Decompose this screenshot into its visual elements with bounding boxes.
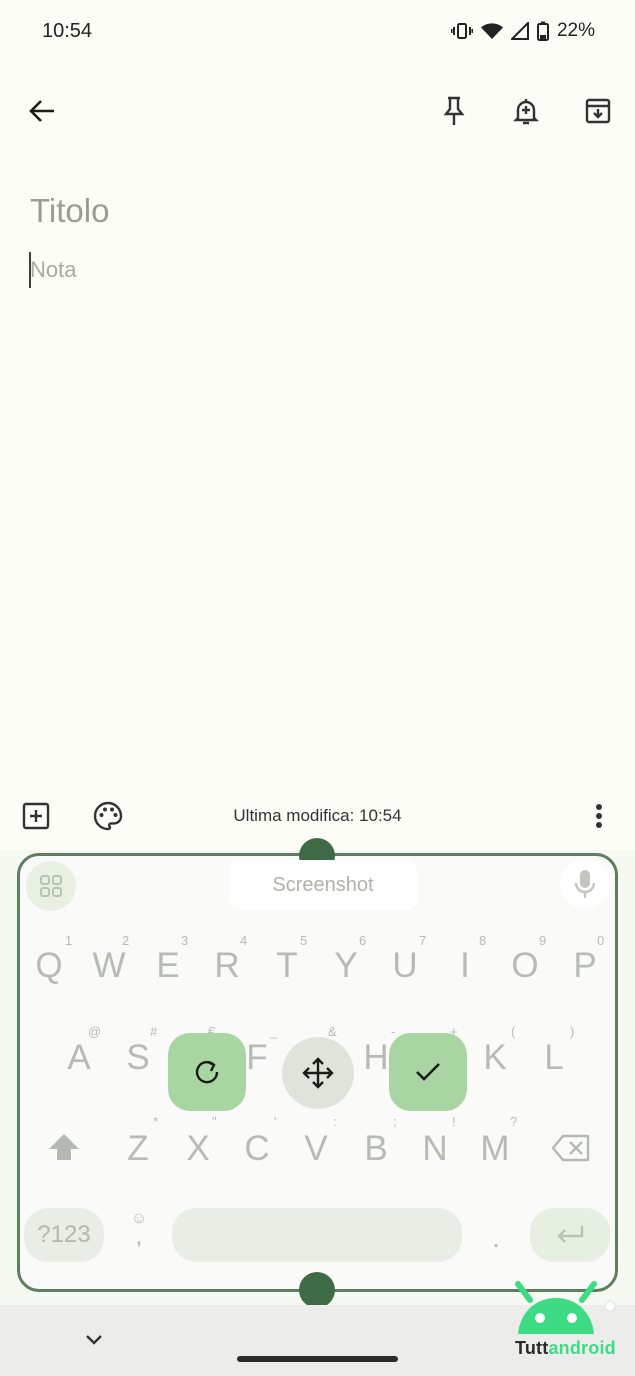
key-hint: 4 <box>240 933 248 948</box>
wifi-icon <box>480 23 503 39</box>
voice-input-button[interactable] <box>560 859 610 909</box>
key-hint: ! <box>452 1114 456 1129</box>
key-w[interactable]: W <box>84 946 134 986</box>
key-r[interactable]: R <box>202 946 252 986</box>
comma-emoji-key[interactable]: ☺ , <box>127 1210 151 1254</box>
key-hint: 1 <box>65 933 73 948</box>
confirm-button[interactable] <box>389 1033 467 1111</box>
logo-part-1: Tutt <box>515 1338 549 1358</box>
key-hint: " <box>212 1114 217 1129</box>
home-gesture-bar[interactable] <box>237 1356 398 1362</box>
key-v[interactable]: V <box>291 1129 341 1169</box>
key-hint: - <box>391 1024 396 1039</box>
hide-keyboard-button[interactable] <box>80 1326 108 1354</box>
key-hint: ) <box>570 1024 575 1039</box>
backspace-key[interactable] <box>550 1128 592 1168</box>
key-hint: ; <box>393 1114 397 1129</box>
backspace-icon <box>552 1134 590 1162</box>
bell-plus-icon <box>513 99 539 125</box>
grid-icon <box>40 875 62 897</box>
key-hint: * <box>153 1114 159 1129</box>
microphone-icon <box>574 870 596 898</box>
watermark-logo-text: Tuttandroid <box>515 1338 616 1359</box>
archive-icon <box>585 98 611 124</box>
key-y[interactable]: Y <box>321 946 371 986</box>
refresh-icon <box>195 1060 219 1084</box>
archive-button[interactable] <box>574 87 622 135</box>
key-hint: 0 <box>597 933 605 948</box>
title-input[interactable]: Titolo <box>30 192 109 230</box>
key-hint: @ <box>88 1024 102 1039</box>
move-button[interactable] <box>282 1037 354 1109</box>
key-o[interactable]: O <box>500 946 550 986</box>
shift-key[interactable] <box>42 1125 86 1169</box>
chevron-down-icon <box>86 1335 102 1345</box>
arrow-back-icon <box>29 100 54 122</box>
key-m[interactable]: M <box>470 1129 520 1169</box>
signal-icon <box>510 22 529 40</box>
battery-percent: 22% <box>556 20 595 41</box>
android-logo-icon <box>515 1281 616 1334</box>
key-x[interactable]: X <box>173 1129 223 1169</box>
space-bar[interactable] <box>172 1208 462 1262</box>
more-vert-icon <box>596 804 602 828</box>
vibrate-icon <box>450 23 473 39</box>
shift-arrow-icon <box>49 1134 79 1160</box>
key-hint: # <box>150 1024 158 1039</box>
key-hint: 8 <box>479 933 487 948</box>
status-time: 10:54 <box>42 20 93 42</box>
key-n[interactable]: N <box>410 1129 460 1169</box>
text-cursor <box>29 252 31 288</box>
key-k[interactable]: K <box>470 1038 520 1078</box>
key-hint: 2 <box>122 933 130 948</box>
key-u[interactable]: U <box>380 946 430 986</box>
reminder-button[interactable] <box>502 87 550 135</box>
key-t[interactable]: T <box>262 946 312 986</box>
key-c[interactable]: C <box>232 1129 282 1169</box>
key-hint: 9 <box>539 933 547 948</box>
key-hint: & <box>328 1024 337 1039</box>
move-arrows-icon <box>302 1057 334 1089</box>
key-hint: 3 <box>181 933 189 948</box>
key-hint: _ <box>270 1024 278 1039</box>
pin-icon <box>443 96 465 125</box>
key-i[interactable]: I <box>440 946 490 986</box>
enter-icon <box>557 1226 584 1243</box>
symbols-key[interactable]: ?123 <box>24 1208 104 1262</box>
key-q[interactable]: Q <box>24 946 74 986</box>
key-hint: ( <box>511 1024 516 1039</box>
status-icons: 22% <box>450 20 595 42</box>
enter-key[interactable] <box>530 1208 610 1262</box>
key-hint: : <box>333 1114 337 1129</box>
logo-part-2: android <box>548 1338 616 1358</box>
reset-button[interactable] <box>168 1033 246 1111</box>
note-input[interactable]: Nota <box>30 257 76 283</box>
comma-label: , <box>135 1223 143 1250</box>
key-e[interactable]: E <box>143 946 193 986</box>
last-edited-text: Ultima modifica: 10:54 <box>233 806 402 825</box>
period-key[interactable]: . <box>486 1222 506 1254</box>
key-s[interactable]: S <box>113 1038 163 1078</box>
key-a[interactable]: A <box>54 1038 104 1078</box>
key-b[interactable]: B <box>351 1129 401 1169</box>
pin-button[interactable] <box>430 87 478 135</box>
key-hint: 6 <box>359 933 367 948</box>
key-hint: ' <box>274 1114 277 1129</box>
key-l[interactable]: L <box>529 1038 579 1078</box>
key-z[interactable]: Z <box>113 1129 163 1169</box>
battery-icon <box>536 21 549 41</box>
key-hint: ? <box>510 1114 518 1129</box>
key-hint: 5 <box>300 933 308 948</box>
apps-grid-button[interactable] <box>26 861 76 911</box>
resize-handle-bottom[interactable] <box>299 1272 335 1308</box>
check-icon <box>416 1063 440 1081</box>
suggestion-chip[interactable]: Screenshot <box>229 860 417 910</box>
key-p[interactable]: P <box>560 946 610 986</box>
key-hint: 7 <box>419 933 427 948</box>
back-button[interactable] <box>18 87 66 135</box>
more-options-button[interactable] <box>575 792 623 840</box>
